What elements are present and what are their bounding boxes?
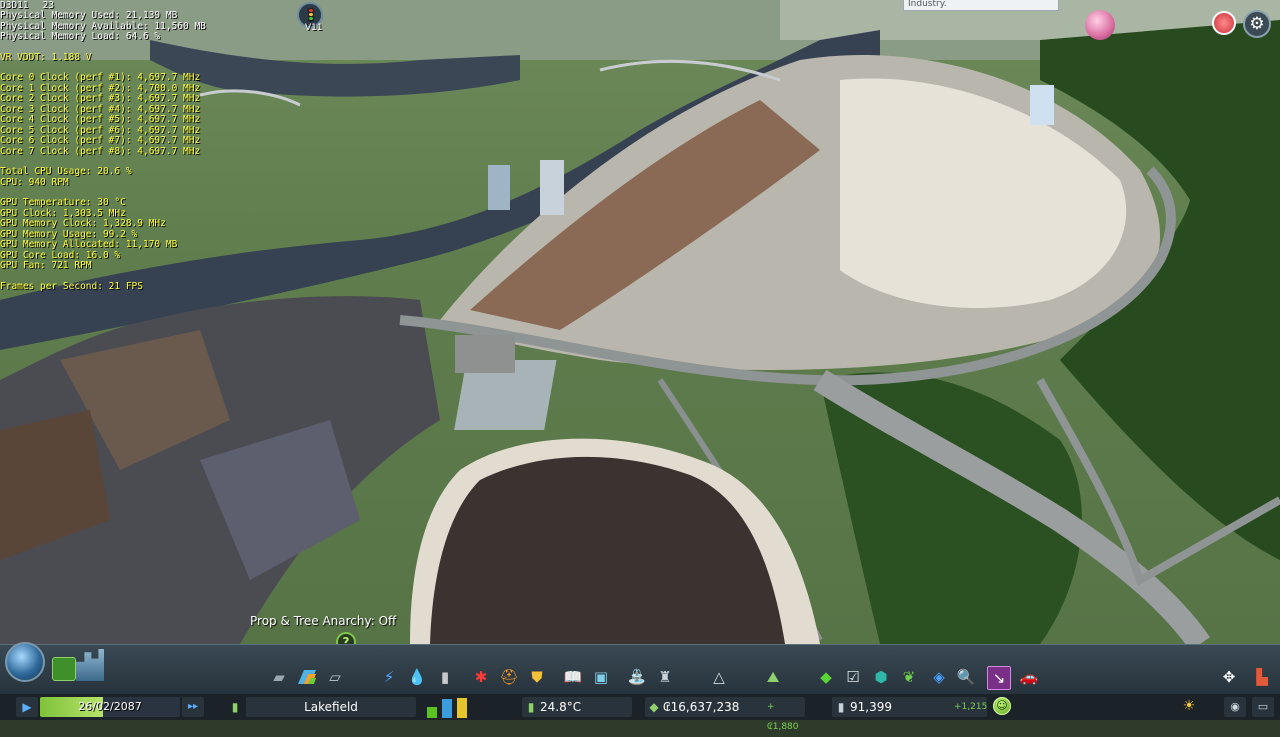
core-clock-line: Core 6 Clock (perf #7): 4,697.7 MHz	[0, 135, 201, 146]
memory-used-line: Physical Memory Used: 21,139 MB	[0, 10, 178, 21]
core-clock-line: Core 7 Clock (perf #8): 4,697.7 MHz	[0, 145, 201, 157]
asset-icon[interactable]: ⬢	[870, 666, 892, 688]
zoning-icon[interactable]	[296, 666, 318, 688]
weather-sun-icon: ☀	[1182, 698, 1196, 714]
surface-painter-icon[interactable]: ◈	[928, 666, 950, 688]
checklist-icon[interactable]: ☑	[842, 666, 864, 688]
money-value: ₢16,637,238	[663, 700, 740, 714]
districts-icon[interactable]: ▱	[324, 666, 346, 688]
status-bar: ▶ 26/02/2087 ▸▸ ▮ Lakefield ▮ 24.8°C ◆ ₢…	[0, 694, 1280, 732]
main-toolbar: ▰ ▱ ⚡ 💧 ▮ ✱ ⛑ ⛊ 📖 ▣ ⛲ ♜ △ ⛰ ◆ ☑ ⬢ ❦ ◈ 🔍 …	[0, 642, 1280, 695]
zoning-overlay-button[interactable]	[52, 657, 76, 681]
population-value: 91,399	[850, 700, 892, 714]
cpu-fan-line: CPU: 940 RPM	[0, 176, 69, 188]
prop-tree-anarchy-status: Prop & Tree Anarchy: Off	[250, 614, 397, 628]
memory-load-line: Physical Memory Load: 64.6 %	[0, 31, 161, 42]
milestone-icon[interactable]	[1212, 11, 1236, 35]
options-menu-button[interactable]: ▭	[1252, 697, 1274, 717]
fire-department-icon[interactable]: ⛑	[498, 666, 520, 688]
landscaping-icon[interactable]: ⛰	[762, 666, 784, 688]
move-camera-icon[interactable]: ✥	[1218, 666, 1240, 688]
temperature-value: 24.8°C	[540, 700, 582, 714]
gpu-memory-allocated-line: GPU Memory Allocated: 11,170 MB	[0, 239, 178, 250]
unique-buildings-icon[interactable]: ♜	[654, 666, 676, 688]
tree-brush-icon[interactable]: ❦	[898, 666, 920, 688]
date-display: 26/02/2087	[40, 697, 180, 717]
parks-icon[interactable]: ⛲	[626, 666, 648, 688]
electricity-icon[interactable]: ⚡	[378, 666, 400, 688]
money-icon: ◆	[649, 700, 659, 714]
selected-tool-icon[interactable]: ↘	[987, 666, 1011, 690]
version-label: V11	[305, 23, 323, 33]
city-name-field[interactable]: Lakefield	[246, 697, 416, 717]
vehicle-icon[interactable]: 🚗	[1018, 666, 1040, 688]
population-icon: ▮	[837, 700, 845, 714]
money-delta: +₢1,880	[767, 702, 799, 732]
fps-line: Frames per Second: 21 FPS	[0, 280, 143, 292]
traffic-light-icon	[308, 8, 314, 22]
healthcare-icon[interactable]: ✱	[470, 666, 492, 688]
money-display[interactable]: ◆ ₢16,637,238 +₢1,880	[645, 697, 805, 732]
public-transport-icon[interactable]: ▣	[590, 666, 612, 688]
education-icon[interactable]: 📖	[562, 666, 584, 688]
thermometer-icon: ▮	[527, 700, 535, 714]
cpu-usage-line: Total CPU Usage: 20.6 %	[0, 166, 132, 177]
core-clock-line: Core 0 Clock (perf #1): 4,697.7 MHz	[0, 72, 201, 83]
garbage-icon[interactable]: ▮	[434, 666, 456, 688]
milestones-icon[interactable]: ▮	[228, 697, 242, 717]
police-icon[interactable]: ⛊	[526, 666, 548, 688]
population-delta: +1,215	[954, 702, 988, 712]
residential-demand-bar	[427, 707, 437, 718]
city-name: Lakefield	[304, 700, 358, 714]
gear-icon[interactable]: ⚙	[1243, 10, 1271, 38]
chirper-bird-icon[interactable]	[1085, 10, 1115, 40]
find-it-icon[interactable]: 🔍	[955, 666, 977, 688]
gpu-temperature-line: GPU Temperature: 30 °C	[0, 197, 126, 208]
rci-demand-meter	[425, 696, 469, 718]
temperature-display: ▮ 24.8°C	[522, 697, 632, 717]
play-pause-button[interactable]: ▶	[16, 697, 38, 717]
commercial-demand-bar	[442, 699, 452, 718]
performance-overlay: Physical Memory Used: 21,139 MB Physical…	[0, 10, 206, 292]
vr-vddt-line: VR VDDT: 1.188 V	[0, 51, 92, 63]
monuments-icon[interactable]: △	[708, 666, 730, 688]
water-icon[interactable]: 💧	[406, 666, 428, 688]
date-label: 26/02/2087	[78, 700, 142, 713]
screenshot-button[interactable]: ◉	[1224, 697, 1246, 717]
chirp-message[interactable]: Industry.	[903, 0, 1059, 11]
move-it-icon[interactable]: ◆	[815, 666, 837, 688]
roads-icon[interactable]: ▰	[268, 666, 290, 688]
gpu-fan-line: GPU Fan: 721 RPM	[0, 260, 92, 271]
gpu-memory-clock-line: GPU Memory Clock: 1,328.9 MHz	[0, 218, 166, 229]
info-views-globe-icon[interactable]	[5, 642, 45, 682]
happiness-smiley-icon[interactable]: ☺	[993, 697, 1011, 715]
core-clock-line: Core 4 Clock (perf #5): 4,697.7 MHz	[0, 114, 201, 125]
game-speed-button[interactable]: ▸▸	[182, 697, 204, 717]
population-display[interactable]: ▮ 91,399 +1,215	[832, 697, 987, 717]
demolish-icon[interactable]: ▙	[1251, 666, 1273, 688]
industrial-demand-bar	[457, 698, 467, 718]
core-clock-line: Core 2 Clock (perf #3): 4,697.7 MHz	[0, 93, 201, 104]
city-skyline-icon[interactable]	[76, 649, 104, 681]
